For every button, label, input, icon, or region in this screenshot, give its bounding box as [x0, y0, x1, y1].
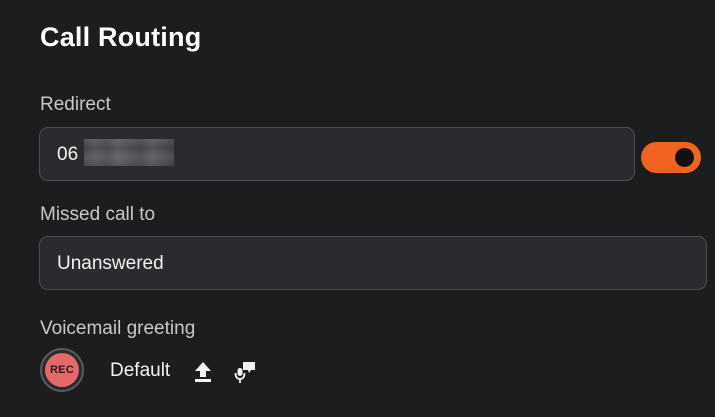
missed-call-value: Unanswered — [57, 253, 164, 274]
missed-call-select[interactable]: Unanswered — [39, 236, 707, 290]
microphone-speech-icon[interactable] — [232, 359, 258, 385]
voicemail-greeting-label: Voicemail greeting — [40, 318, 196, 339]
redacted-number — [84, 139, 174, 166]
redirect-value: 06 — [57, 144, 79, 165]
page-title: Call Routing — [40, 22, 202, 52]
upload-icon[interactable] — [192, 360, 214, 384]
redirect-toggle[interactable] — [641, 142, 701, 173]
greeting-name: Default — [110, 360, 171, 381]
missed-call-label: Missed call to — [40, 204, 156, 225]
record-icon: REC — [45, 353, 79, 387]
redirect-label: Redirect — [40, 94, 111, 115]
record-button[interactable]: REC — [40, 348, 84, 392]
redirect-input[interactable]: 06 — [39, 127, 635, 181]
toggle-knob — [675, 148, 694, 167]
